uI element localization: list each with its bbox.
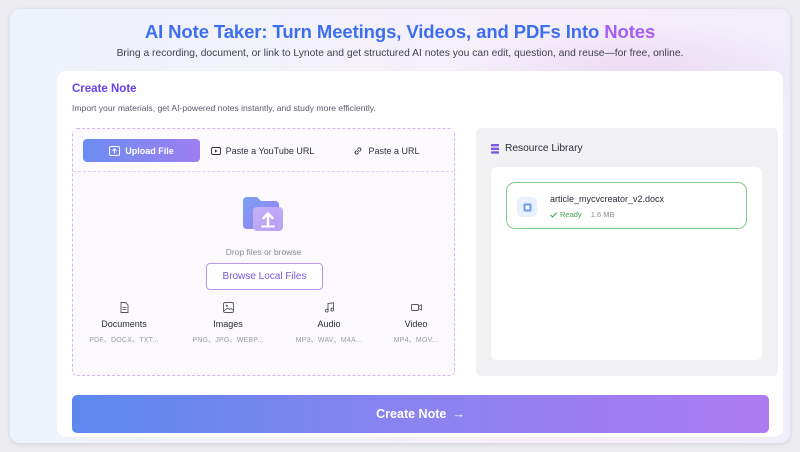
file-size: 1.6 MB: [590, 210, 615, 219]
tab-label: Paste a YouTube URL: [225, 145, 315, 156]
hero-subtitle: Bring a recording, document, or link to …: [116, 48, 684, 59]
document-icon: [120, 302, 128, 313]
resource-library-panel: Resource Library article_mycvcreator_v2.…: [476, 128, 778, 376]
hero-title: AI Note Taker: Turn Meetings, Videos, an…: [10, 21, 790, 43]
resource-file-item[interactable]: article_mycvcreator_v2.docx Ready 1.6 MB: [506, 182, 747, 229]
create-note-card: Create Note Import your materials, get A…: [57, 71, 783, 437]
type-extensions: PNG、JPG、WEBP...: [192, 337, 264, 344]
image-icon: [222, 302, 234, 313]
resource-library-header: Resource Library: [491, 143, 583, 154]
resource-list: article_mycvcreator_v2.docx Ready 1.6 MB: [491, 167, 762, 360]
source-tabs: Upload File Paste a YouTube URL Paste a …: [73, 129, 454, 172]
card-title: Create Note: [72, 83, 137, 95]
upload-panel: Upload File Paste a YouTube URL Paste a …: [72, 128, 455, 376]
browse-local-files-button[interactable]: Browse Local Files: [206, 263, 323, 290]
folder-upload-icon: [243, 197, 283, 231]
card-description: Import your materials, get AI-powered no…: [72, 103, 376, 113]
tab-label: Paste a URL: [368, 145, 420, 156]
file-meta: Ready 1.6 MB: [550, 210, 614, 219]
type-extensions: PDF、DOCX、TXT...: [89, 337, 159, 344]
type-name: Video: [404, 319, 428, 329]
app-window: AI Note Taker: Turn Meetings, Videos, an…: [10, 9, 790, 443]
link-icon: [355, 146, 362, 155]
type-name: Documents: [101, 319, 147, 329]
resource-library-title: Resource Library: [505, 143, 583, 154]
tab-upload-file[interactable]: Upload File: [83, 139, 200, 162]
file-name: article_mycvcreator_v2.docx: [550, 194, 665, 204]
file-status-label: Ready: [560, 210, 582, 219]
hero-title-accent: Notes: [604, 21, 656, 42]
word-file-icon: [517, 197, 537, 217]
video-icon: [410, 304, 422, 311]
drop-hint: Drop files or browse: [225, 247, 302, 257]
music-icon: [324, 302, 334, 313]
tab-paste-url[interactable]: Paste a URL: [328, 139, 445, 162]
arrow-right-icon: →: [452, 407, 465, 421]
youtube-icon: [210, 146, 221, 155]
type-extensions: MP4、MOV...: [393, 337, 439, 344]
file-status: Ready: [550, 210, 582, 219]
type-name: Audio: [317, 319, 341, 329]
supported-types: Documents PDF、DOCX、TXT... Images PNG、JPG…: [73, 302, 454, 352]
type-audio: Audio MP3、WAV、M4A...: [279, 302, 379, 345]
type-documents: Documents PDF、DOCX、TXT...: [74, 302, 174, 345]
create-note-label: Create Note: [376, 407, 447, 421]
type-video: Video MP4、MOV...: [366, 302, 466, 345]
hero-title-main: AI Note Taker: Turn Meetings, Videos, an…: [144, 21, 605, 42]
check-icon: [550, 211, 557, 218]
type-images: Images PNG、JPG、WEBP...: [178, 302, 278, 345]
upload-icon: [109, 145, 121, 156]
stack-icon: [491, 143, 499, 154]
tab-label: Upload File: [125, 145, 174, 156]
type-extensions: MP3、WAV、M4A...: [295, 337, 363, 344]
tab-youtube-url[interactable]: Paste a YouTube URL: [205, 139, 320, 162]
create-note-button[interactable]: Create Note →: [72, 395, 769, 433]
type-name: Images: [213, 319, 243, 329]
